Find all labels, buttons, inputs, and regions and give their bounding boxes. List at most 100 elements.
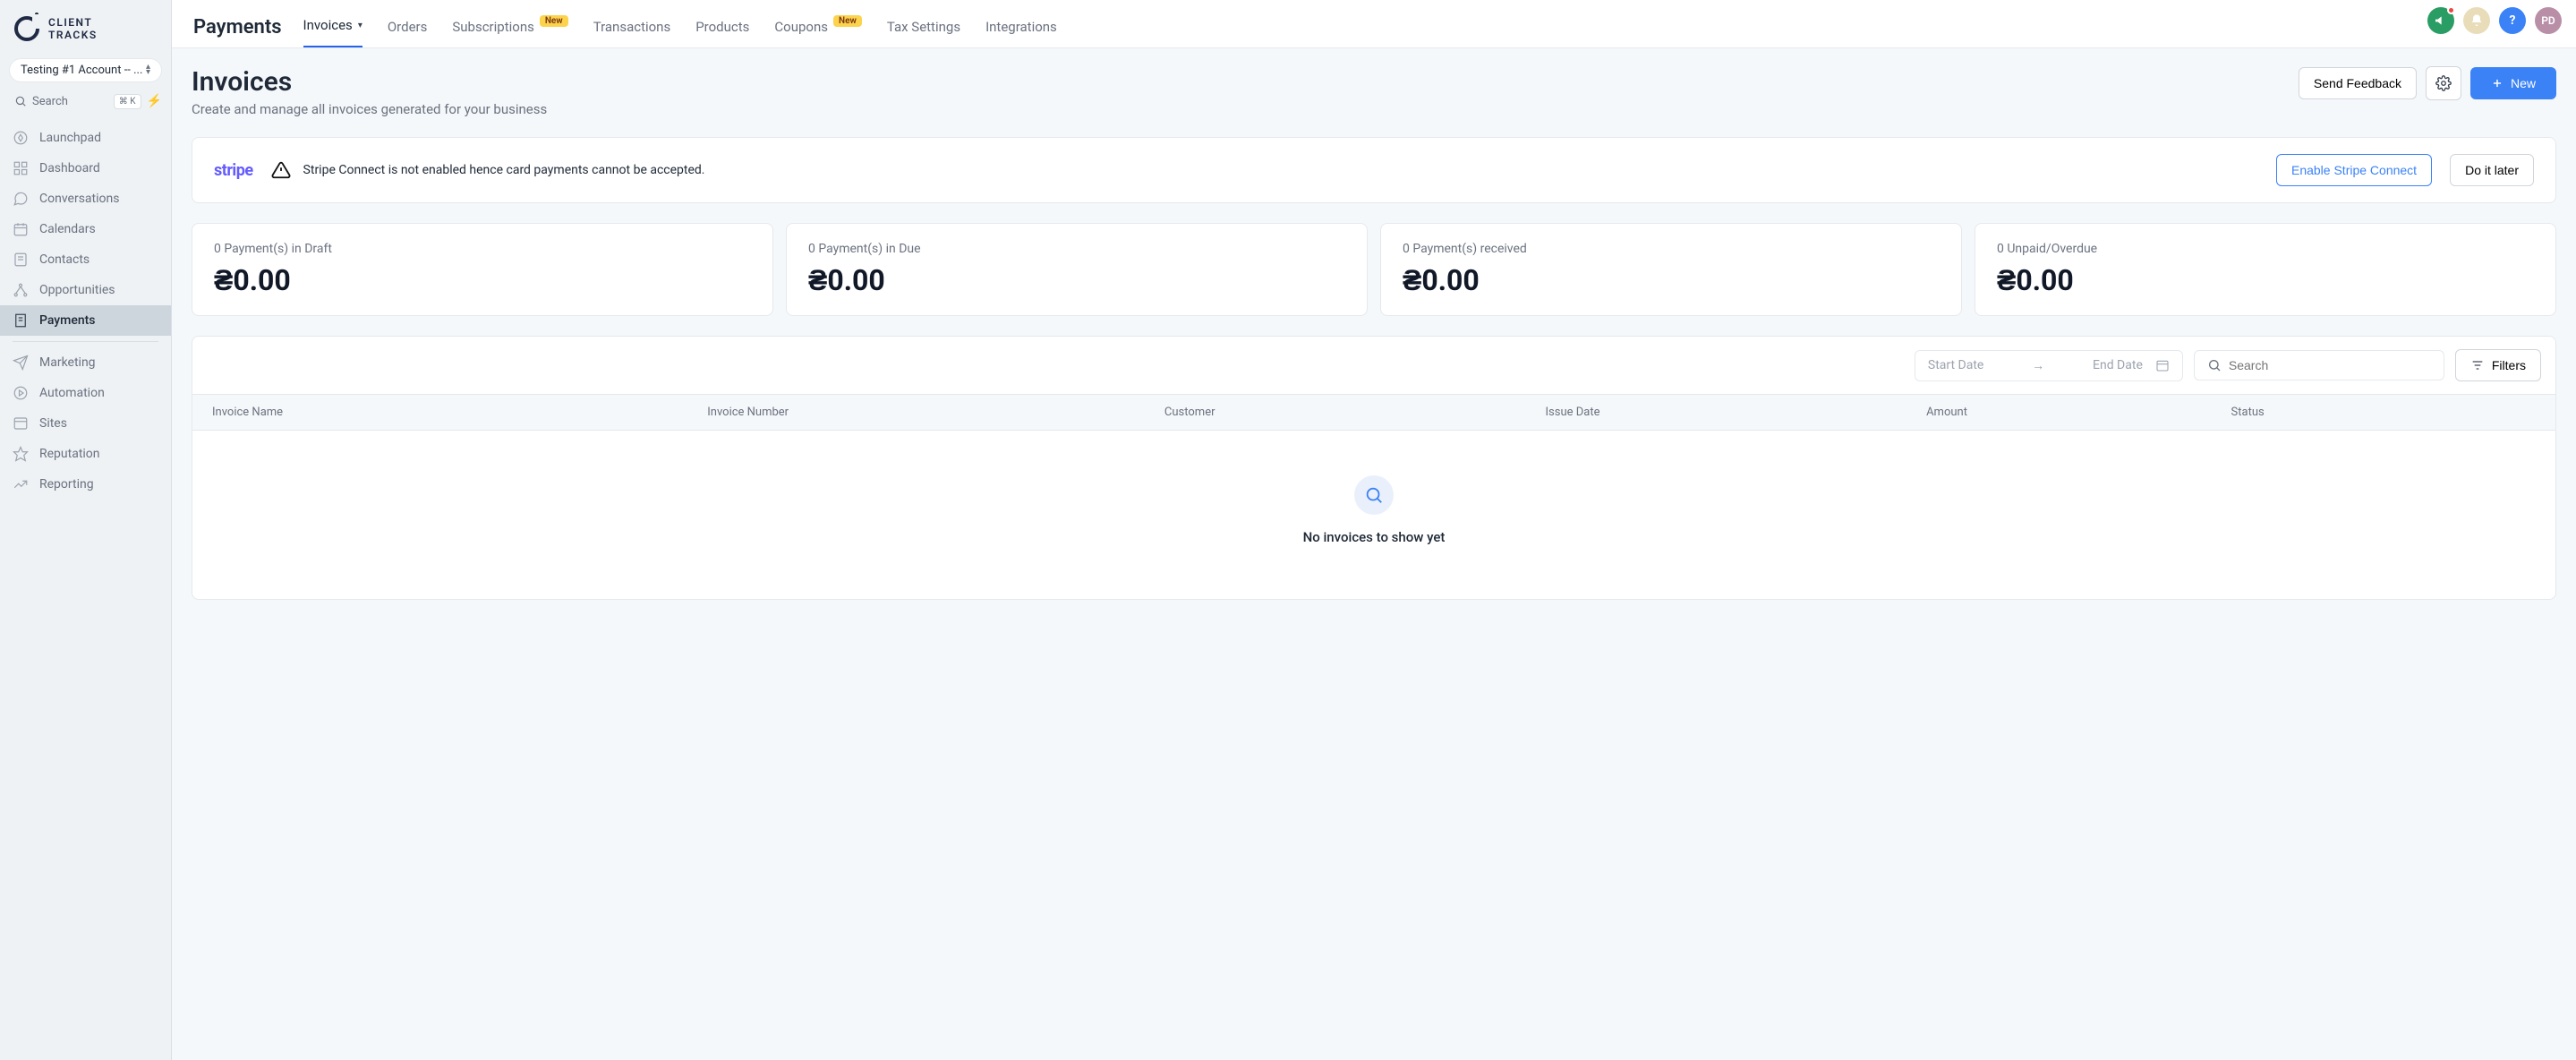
user-avatar[interactable]: PD	[2535, 7, 2562, 34]
tab-transactions[interactable]: Transactions	[593, 3, 671, 47]
nav-automation[interactable]: Automation	[0, 378, 171, 408]
send-feedback-button[interactable]: Send Feedback	[2299, 67, 2417, 99]
calendar-icon	[13, 221, 29, 237]
col-issue-date: Issue Date	[1546, 406, 1927, 419]
stat-label: 0 Payment(s) received	[1403, 242, 1940, 256]
account-selector[interactable]: Testing #1 Account -- ... ▴▾	[9, 58, 162, 82]
nav-conversations[interactable]: Conversations	[0, 184, 171, 214]
tab-label: Orders	[388, 19, 428, 35]
tab-products[interactable]: Products	[695, 3, 749, 47]
brand-line1: CLIENT	[48, 16, 98, 29]
filter-icon	[2470, 358, 2485, 372]
nav-dashboard[interactable]: Dashboard	[0, 153, 171, 184]
brand-logo: CLIENT TRACKS	[14, 16, 157, 42]
col-invoice-number: Invoice Number	[707, 406, 1164, 419]
help-button[interactable]: ?	[2499, 7, 2526, 34]
avatar-initials: PD	[2541, 14, 2555, 27]
stat-value: ₴0.00	[1403, 263, 1940, 297]
nav-calendars[interactable]: Calendars	[0, 214, 171, 244]
rocket-icon	[13, 130, 29, 146]
announcements-button[interactable]	[2427, 7, 2454, 34]
empty-state: No invoices to show yet	[192, 431, 2555, 599]
stat-label: 0 Unpaid/Overdue	[1997, 242, 2534, 256]
nav-marketing[interactable]: Marketing	[0, 347, 171, 378]
new-button[interactable]: New	[2470, 67, 2556, 99]
contacts-icon	[13, 252, 29, 268]
notifications-button[interactable]	[2463, 7, 2490, 34]
empty-text: No invoices to show yet	[192, 529, 2555, 545]
do-it-later-button[interactable]: Do it later	[2450, 154, 2534, 186]
tab-label: Invoices	[303, 17, 353, 33]
section-heading: Payments	[193, 0, 282, 47]
settings-button[interactable]	[2426, 66, 2461, 100]
nav-label: Payments	[39, 313, 96, 328]
search-icon	[14, 95, 27, 107]
tab-orders[interactable]: Orders	[388, 3, 428, 47]
notification-dot	[2447, 6, 2455, 14]
calendar-icon	[2155, 358, 2170, 372]
alert-message: Stripe Connect is not enabled hence card…	[303, 163, 705, 177]
nav-reporting[interactable]: Reporting	[0, 469, 171, 500]
nav-label: Dashboard	[39, 161, 100, 175]
enable-stripe-button[interactable]: Enable Stripe Connect	[2276, 154, 2432, 186]
filters-button[interactable]: Filters	[2455, 349, 2541, 381]
arrow-right-icon: →	[1996, 358, 2080, 373]
tab-invoices[interactable]: Invoices ▾	[303, 1, 363, 47]
stat-due: 0 Payment(s) in Due ₴0.00	[786, 223, 1368, 316]
table-search-input[interactable]	[2229, 358, 2431, 372]
nav-opportunities[interactable]: Opportunities	[0, 275, 171, 305]
tab-label: Integrations	[985, 19, 1057, 35]
stat-draft: 0 Payment(s) in Draft ₴0.00	[192, 223, 773, 316]
table-header: Invoice Name Invoice Number Customer Iss…	[192, 394, 2555, 431]
account-selector-label: Testing #1 Account -- ...	[21, 64, 142, 77]
stats-row: 0 Payment(s) in Draft ₴0.00 0 Payment(s)…	[192, 223, 2556, 316]
button-label: Enable Stripe Connect	[2291, 163, 2417, 177]
tab-label: Products	[695, 19, 749, 35]
nav-label: Launchpad	[39, 131, 101, 145]
col-status: Status	[2231, 406, 2536, 419]
tab-label: Coupons	[774, 19, 828, 35]
stat-label: 0 Payment(s) in Draft	[214, 242, 751, 256]
sidebar-search-placeholder: Search	[32, 95, 68, 108]
nav-launchpad[interactable]: Launchpad	[0, 123, 171, 153]
start-date-placeholder: Start Date	[1928, 358, 1983, 372]
logo-area: CLIENT TRACKS	[0, 0, 171, 55]
page-header: Invoices Create and manage all invoices …	[192, 66, 2556, 117]
nav-payments[interactable]: Payments	[0, 305, 171, 336]
col-invoice-name: Invoice Name	[212, 406, 707, 419]
tab-tax-settings[interactable]: Tax Settings	[887, 3, 960, 47]
date-range-picker[interactable]: Start Date → End Date	[1915, 350, 2183, 381]
megaphone-icon	[2434, 13, 2448, 28]
sidebar-search-row: Search ⌘ K ⚡	[9, 91, 162, 112]
new-badge: New	[833, 15, 862, 27]
button-label: Send Feedback	[2314, 76, 2401, 90]
new-badge: New	[540, 15, 568, 27]
receipt-icon	[13, 312, 29, 329]
alert-body: Stripe Connect is not enabled hence card…	[271, 160, 2258, 180]
nav-reputation[interactable]: Reputation	[0, 439, 171, 469]
page-title-block: Invoices Create and manage all invoices …	[192, 66, 547, 117]
star-icon	[13, 446, 29, 462]
table-search[interactable]	[2194, 350, 2444, 380]
send-icon	[13, 355, 29, 371]
brand-line2: TRACKS	[48, 29, 98, 41]
chevron-updown-icon: ▴▾	[146, 64, 150, 75]
tab-integrations[interactable]: Integrations	[985, 3, 1057, 47]
button-label: Do it later	[2465, 163, 2519, 177]
nav-sites[interactable]: Sites	[0, 408, 171, 439]
nav-contacts[interactable]: Contacts	[0, 244, 171, 275]
tab-subscriptions[interactable]: Subscriptions New	[452, 3, 567, 47]
nav-label: Reputation	[39, 447, 100, 461]
sidebar-search[interactable]: Search	[9, 91, 108, 112]
stripe-alert: stripe Stripe Connect is not enabled hen…	[192, 137, 2556, 203]
col-amount: Amount	[1926, 406, 2231, 419]
topbar: Payments Invoices ▾ Orders Subscriptions…	[172, 0, 2576, 48]
invoices-table-panel: Start Date → End Date Filters Invoice Na…	[192, 336, 2556, 600]
bolt-icon[interactable]: ⚡	[147, 94, 162, 108]
tab-coupons[interactable]: Coupons New	[774, 3, 861, 47]
empty-icon-wrap	[1354, 475, 1394, 515]
page-title: Invoices	[192, 66, 547, 98]
button-label: New	[2511, 76, 2536, 90]
page-subtitle: Create and manage all invoices generated…	[192, 101, 547, 117]
stripe-logo: stripe	[214, 161, 253, 180]
